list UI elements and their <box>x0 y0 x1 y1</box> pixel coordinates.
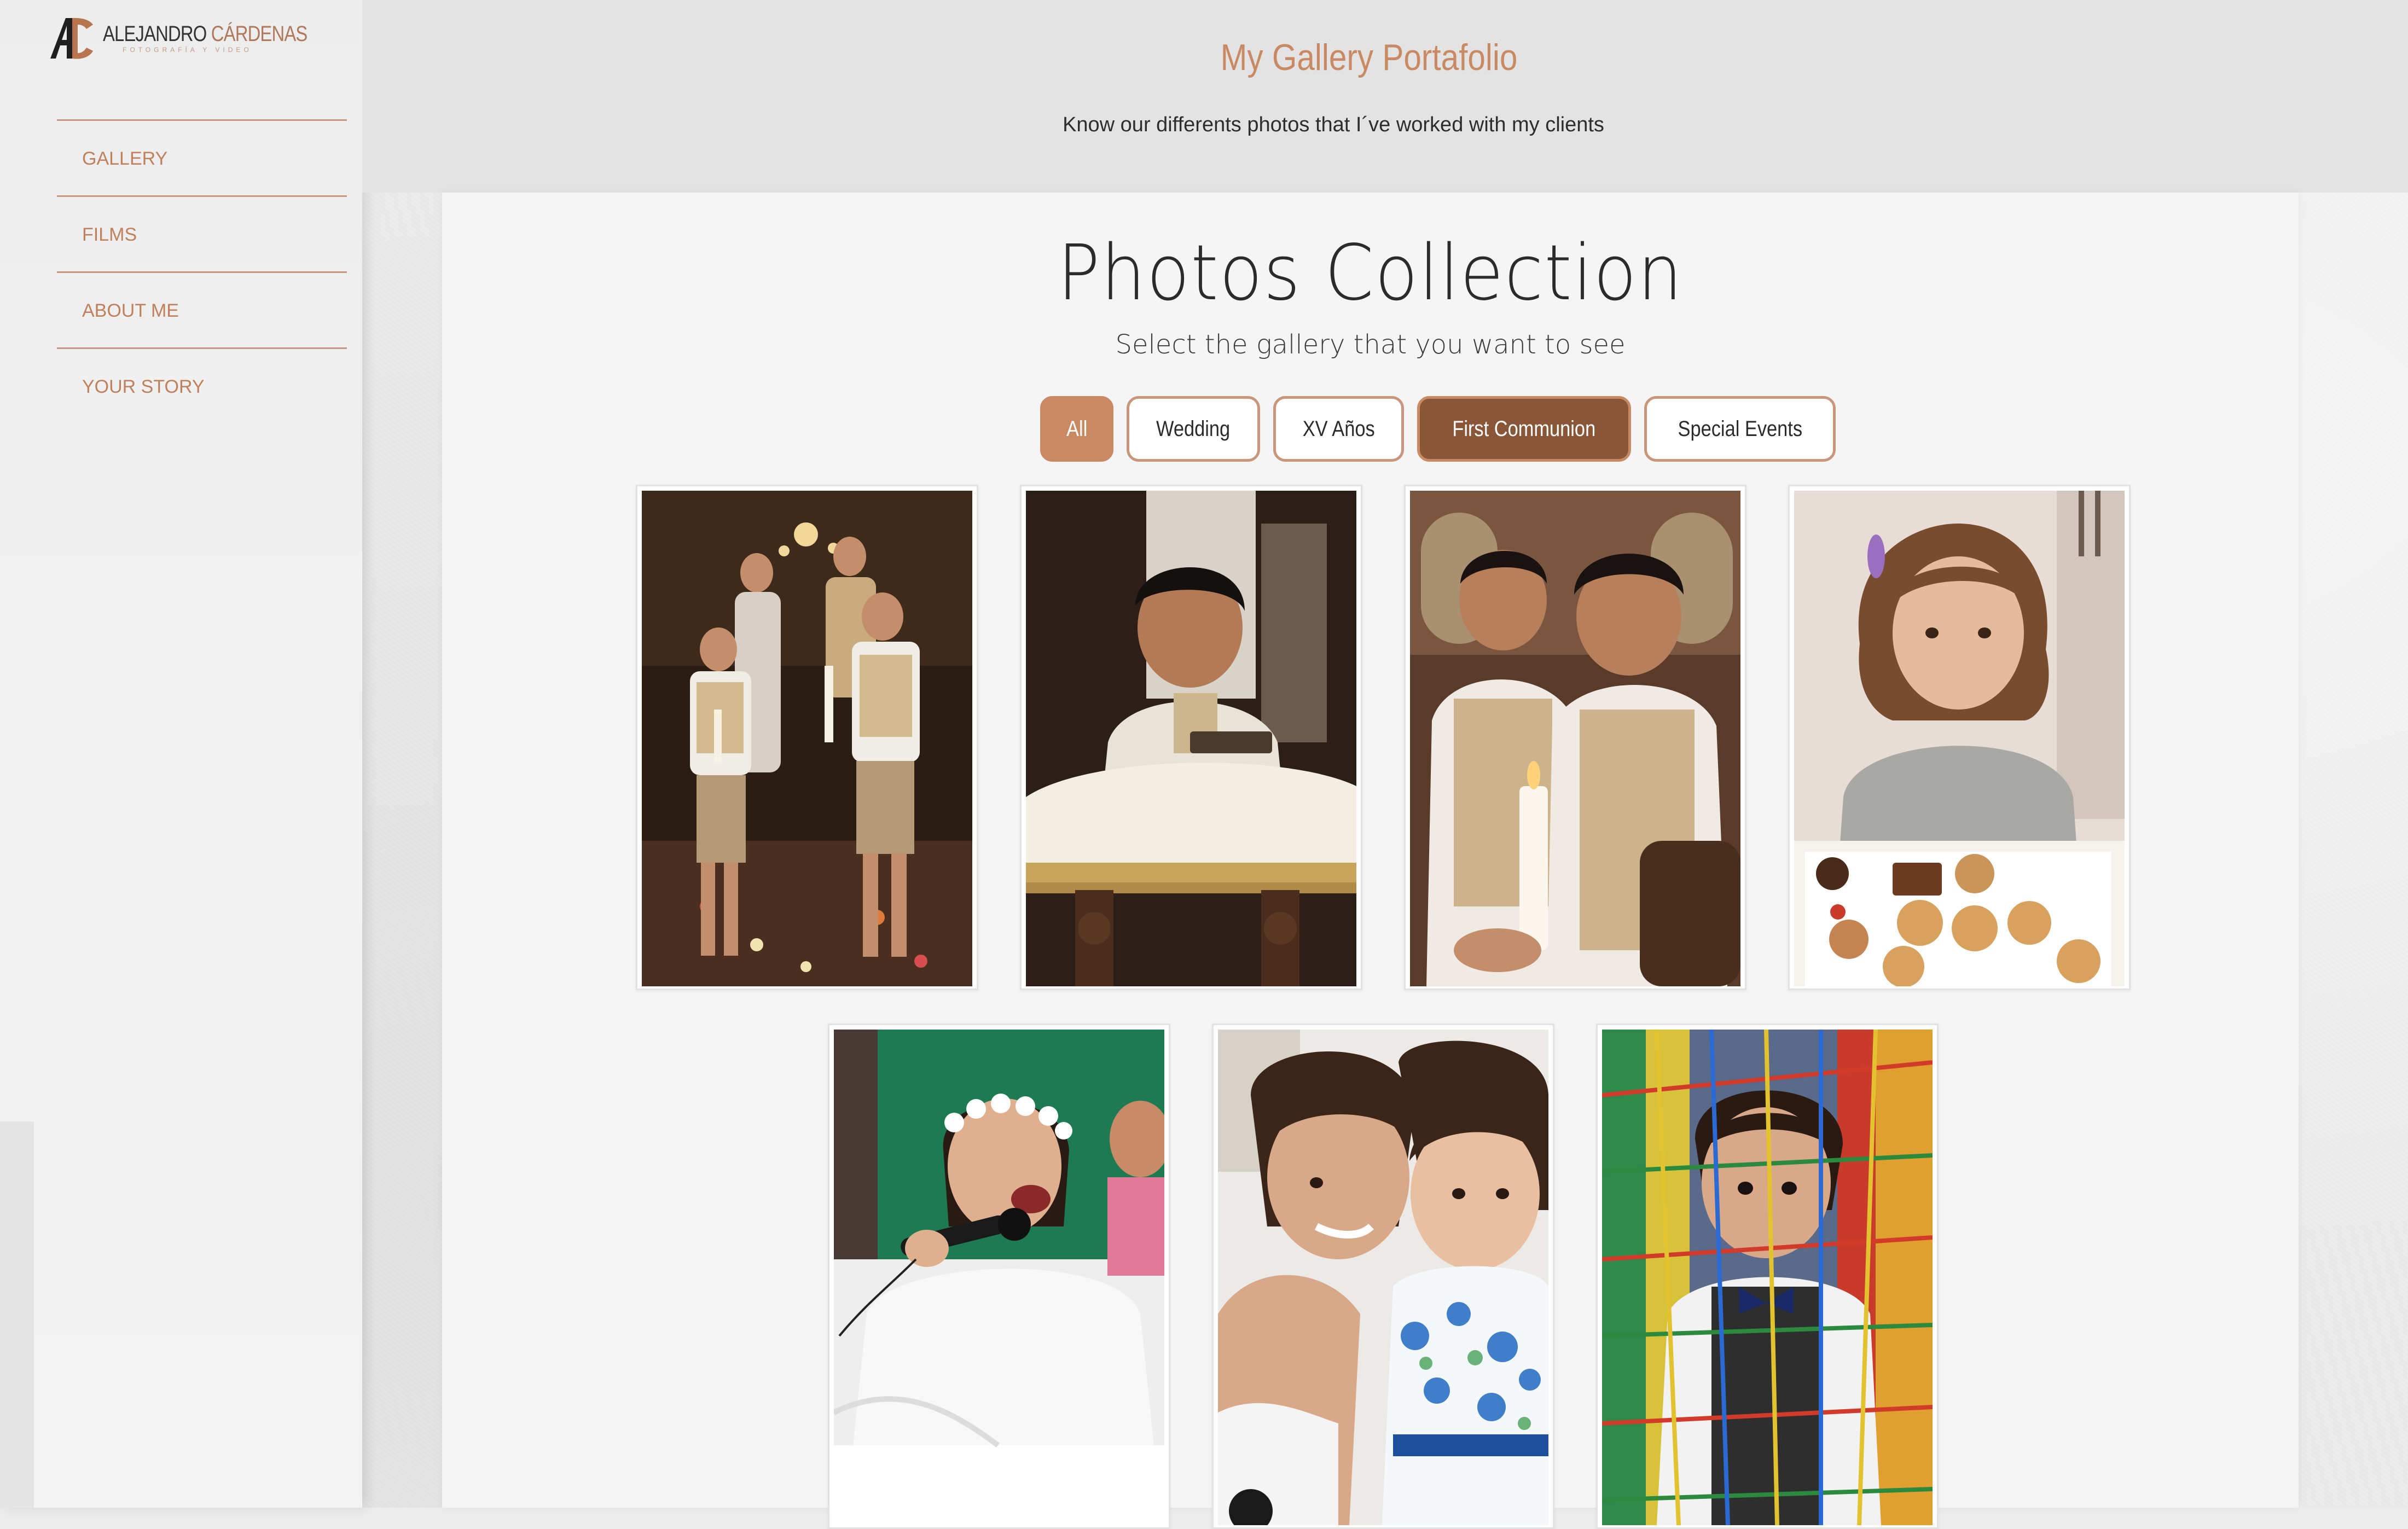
filter-label: XV Años <box>1302 416 1375 441</box>
gallery-photo-card[interactable] <box>1404 485 1746 990</box>
gallery-photo-image <box>834 1030 1164 1525</box>
sidebar-item-films[interactable]: FILMS <box>57 195 347 271</box>
sidebar-item-label: FILMS <box>82 224 137 245</box>
filter-label: Special Events <box>1678 416 1802 441</box>
gallery-photo-image <box>1602 1030 1933 1525</box>
gallery-photo-card[interactable] <box>636 485 978 990</box>
logo-name-first: ALEJANDRO <box>103 22 207 46</box>
gallery-photo-card[interactable] <box>1788 485 2131 990</box>
filter-wedding-button[interactable]: Wedding <box>1127 396 1260 462</box>
filter-first-communion-button[interactable]: First Communion <box>1417 396 1631 462</box>
gallery-filter-bar: All Wedding XV Años First Communion Spec… <box>1040 396 1836 462</box>
gallery-photo-image <box>642 491 972 986</box>
gallery-photo-image <box>1026 491 1356 986</box>
sidebar-item-gallery[interactable]: GALLERY <box>57 119 347 195</box>
filter-label: All <box>1066 416 1088 441</box>
filter-special-events-button[interactable]: Special Events <box>1644 396 1836 462</box>
gallery-photo-card[interactable] <box>828 1024 1170 1529</box>
page-header: My Gallery Portafolio Know our different… <box>362 0 2408 193</box>
page-title: My Gallery Portafolio <box>1220 37 1518 78</box>
gallery-photo-card[interactable] <box>1020 485 1362 990</box>
logo-tagline: FOTOGRAFÍA Y VIDEO <box>123 46 252 54</box>
filter-label: Wedding <box>1156 416 1231 441</box>
gallery-photo-image <box>1794 491 2125 986</box>
sidebar-item-about-me[interactable]: ABOUT ME <box>57 271 347 347</box>
collection-subtitle: Select the gallery that you want to see <box>1115 329 1626 360</box>
sidebar-item-label: YOUR STORY <box>82 376 205 397</box>
gallery-photo-image <box>1218 1030 1548 1525</box>
sidebar-item-label: ABOUT ME <box>82 300 179 321</box>
page-subtitle: Know our differents photos that I´ve wor… <box>1063 113 1604 136</box>
filter-label: First Communion <box>1452 416 1596 441</box>
gallery-photo-card[interactable] <box>1596 1024 1939 1529</box>
gallery-photo-card[interactable] <box>1212 1024 1554 1529</box>
gallery-photo-image <box>1410 491 1740 986</box>
sidebar-item-label: GALLERY <box>82 148 168 169</box>
sidebar: ALEJANDRO CÁRDENAS FOTOGRAFÍA Y VIDEO GA… <box>0 0 362 1508</box>
filter-xv-anos-button[interactable]: XV Años <box>1273 396 1405 462</box>
filter-all-button[interactable]: All <box>1040 396 1114 462</box>
logo-name: ALEJANDRO CÁRDENAS <box>103 22 307 46</box>
logo-mark-icon <box>47 15 94 61</box>
sidebar-item-your-story[interactable]: YOUR STORY <box>57 347 347 423</box>
collection-title: Photos Collection <box>1057 229 1684 318</box>
brand-logo[interactable]: ALEJANDRO CÁRDENAS FOTOGRAFÍA Y VIDEO <box>47 13 307 62</box>
logo-name-last: CÁRDENAS <box>211 22 308 46</box>
logo-text: ALEJANDRO CÁRDENAS FOTOGRAFÍA Y VIDEO <box>103 22 352 54</box>
sidebar-nav: GALLERY FILMS ABOUT ME YOUR STORY <box>57 119 347 423</box>
